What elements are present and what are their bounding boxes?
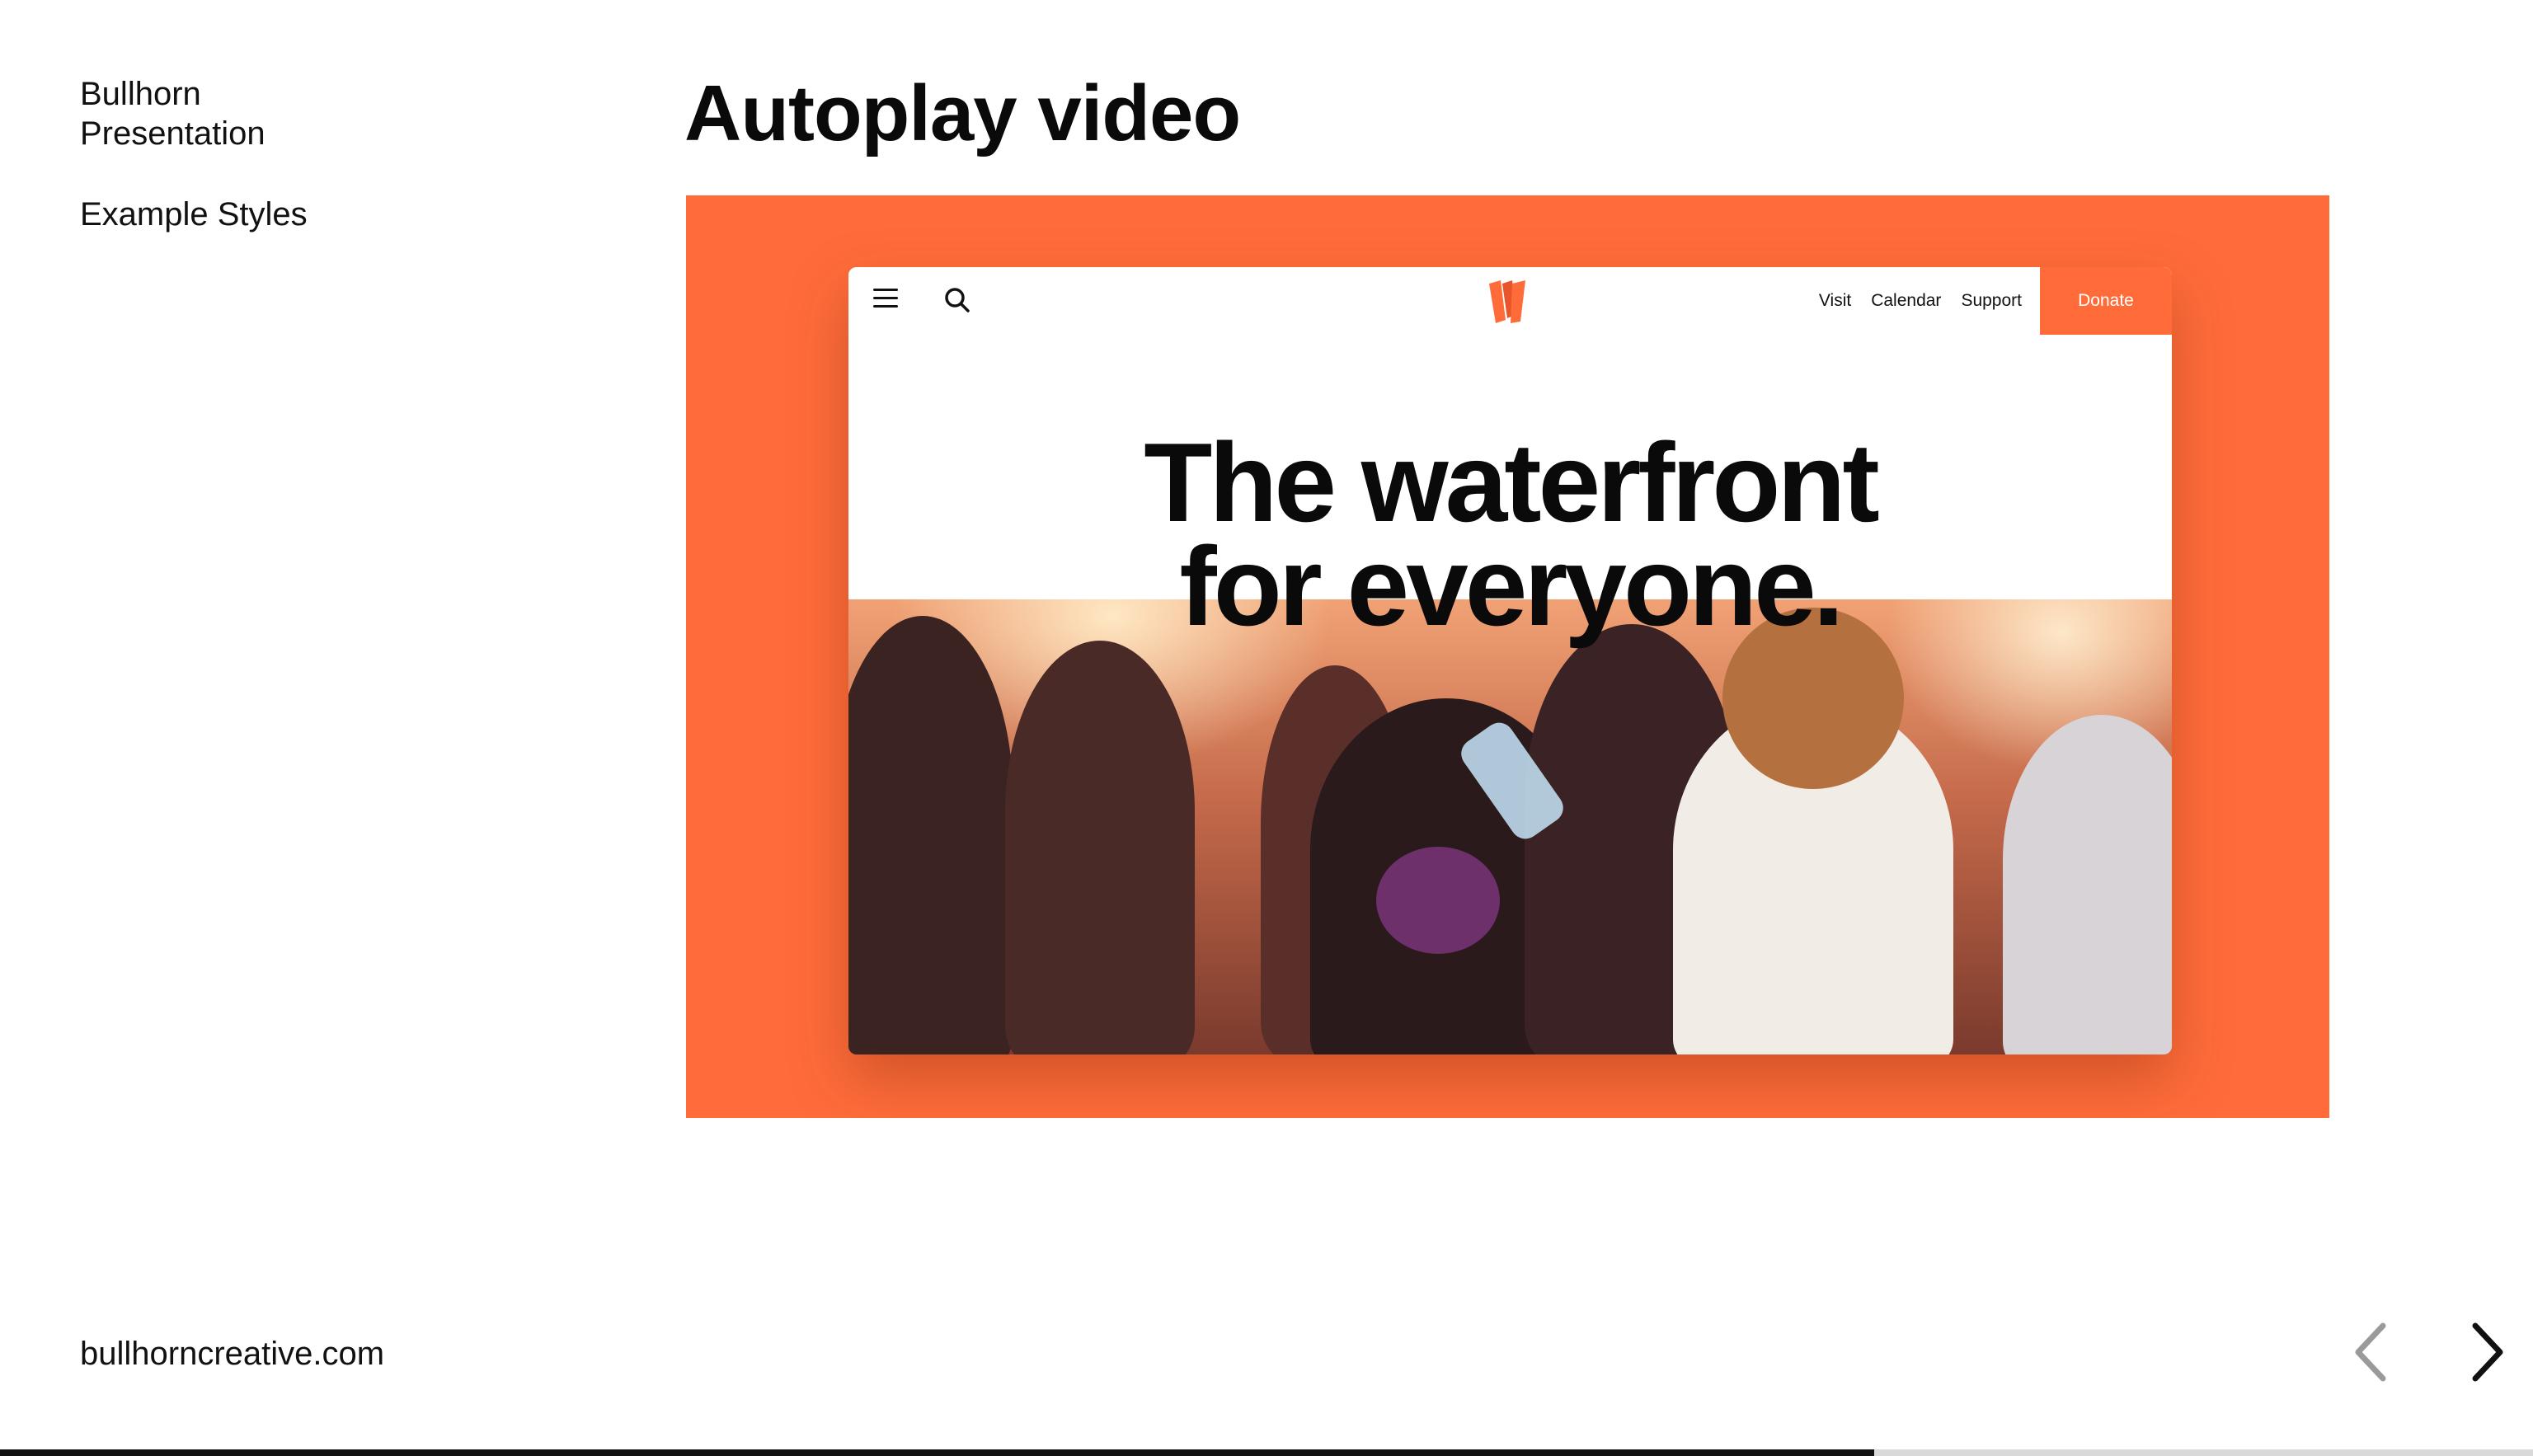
chevron-right-icon[interactable]	[2464, 1319, 2510, 1385]
hero-headline-line-1: The waterfront	[1144, 420, 1880, 545]
autoplay-video-frame[interactable]: Visit Calendar Support Donate The waterf…	[686, 195, 2329, 1118]
donate-button[interactable]: Donate	[2040, 267, 2172, 335]
brand-title[interactable]: Bullhorn Presentation	[80, 74, 542, 153]
site-nav-calendar[interactable]: Calendar	[1871, 291, 1941, 311]
hero-video-still	[848, 599, 2172, 1054]
site-nav: Visit Calendar Support	[1819, 267, 2022, 335]
footer-website-link[interactable]: bullhorncreative.com	[80, 1334, 384, 1374]
person-figure	[2003, 715, 2172, 1054]
search-icon	[945, 288, 970, 312]
site-nav-visit[interactable]: Visit	[1819, 291, 1851, 311]
hamburger-menu-icon	[873, 289, 898, 308]
person-figure	[848, 616, 1013, 1054]
person-figure	[1005, 641, 1195, 1054]
slide-progress-bar	[0, 1449, 2533, 1456]
site-nav-support[interactable]: Support	[1961, 291, 2022, 311]
slide-progress-fill	[0, 1449, 1875, 1456]
shirt-graphic	[1376, 847, 1500, 954]
sidebar: Bullhorn Presentation Example Styles	[80, 74, 542, 234]
hero-headline: The waterfront for everyone.	[848, 420, 2172, 649]
brand-logo-icon	[1489, 280, 1525, 323]
website-preview: Visit Calendar Support Donate The waterf…	[848, 267, 2172, 1054]
nav-link-example-styles[interactable]: Example Styles	[80, 195, 542, 234]
site-header: Visit Calendar Support Donate	[848, 267, 2172, 335]
page-title: Autoplay video	[684, 69, 1241, 157]
hero-headline-line-2: for everyone.	[1179, 524, 1844, 649]
chevron-left-icon[interactable]	[2348, 1319, 2394, 1385]
